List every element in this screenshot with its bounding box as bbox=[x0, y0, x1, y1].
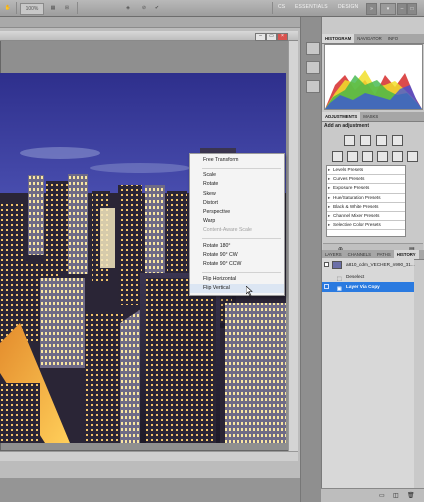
history-step-label: Deselect bbox=[346, 274, 365, 279]
snapshot-thumbnail bbox=[332, 261, 342, 269]
horizontal-scrollbar[interactable] bbox=[0, 451, 298, 461]
tab-histogram[interactable]: HISTOGRAM bbox=[322, 34, 355, 43]
menu-item-free-transform[interactable]: Free Transform bbox=[190, 156, 284, 165]
doc-close-icon[interactable]: × bbox=[277, 33, 288, 41]
options-bar: ✋ 100% ▦ ⊞ ◈ ⊘ ✔ CS ESSENTIALS DESIGN » … bbox=[0, 0, 424, 17]
arrange-icon[interactable]: ⊞ bbox=[61, 3, 73, 13]
history-list: a810_cdm_VECHER_n990_31... ⬚ Deselect ▣ … bbox=[322, 258, 415, 488]
preset-levels[interactable]: Levels Presets bbox=[327, 166, 405, 176]
menu-item-rotate-90-ccw[interactable]: Rotate 90° CCW bbox=[190, 260, 284, 269]
workspace-more-button[interactable]: » bbox=[366, 3, 377, 15]
workspace-cs[interactable]: CS bbox=[278, 4, 285, 10]
preset-selective-color[interactable]: Selective Color Presets bbox=[327, 221, 405, 231]
hue-saturation-icon[interactable] bbox=[347, 151, 358, 162]
tab-navigator[interactable]: NAVIGATOR bbox=[354, 34, 385, 43]
history-brush-source-icon[interactable] bbox=[324, 284, 329, 289]
maximize-icon[interactable]: □ bbox=[407, 3, 417, 15]
menu-item-content-aware-scale: Content-Aware Scale bbox=[203, 227, 252, 234]
exposure-icon[interactable] bbox=[392, 135, 403, 146]
hand-tool-icon[interactable]: ✋ bbox=[2, 3, 14, 13]
workspace-essentials[interactable]: ESSENTIALS bbox=[295, 4, 328, 10]
history-footer: ▭ ◫ 🗑 bbox=[321, 488, 424, 502]
menu-item-warp[interactable]: Warp bbox=[190, 217, 284, 226]
add-adjustment-label: Add an adjustment bbox=[324, 123, 370, 129]
menu-item-rotate-90-cw[interactable]: Rotate 90° CW bbox=[190, 251, 284, 260]
panel-icon-histogram[interactable] bbox=[306, 42, 320, 55]
zoom-level-field[interactable]: 100% bbox=[20, 3, 44, 15]
preset-exposure[interactable]: Exposure Presets bbox=[327, 184, 405, 194]
trash-icon[interactable]: 🗑 bbox=[407, 492, 415, 499]
tab-adjustments[interactable]: ADJUSTMENTS bbox=[322, 112, 361, 121]
histogram-tab-bar: HISTOGRAM NAVIGATOR INFO bbox=[322, 34, 424, 44]
workspace-switcher[interactable]: ▾ bbox=[380, 3, 396, 15]
workspace-background bbox=[0, 478, 300, 502]
layer-via-copy-icon: ▣ bbox=[337, 286, 342, 292]
menu-item-rotate-180[interactable]: Rotate 180° bbox=[190, 242, 284, 251]
document-tab-bar bbox=[0, 17, 300, 28]
view-extras-icon[interactable]: ▦ bbox=[47, 3, 59, 13]
history-snapshot[interactable]: a810_cdm_VECHER_n990_31... bbox=[322, 260, 415, 270]
snapshot-label: a810_cdm_VECHER_n990_31... bbox=[346, 262, 415, 267]
new-snapshot-icon[interactable]: ◫ bbox=[393, 492, 399, 499]
curves-icon[interactable] bbox=[376, 135, 387, 146]
brightness-contrast-icon[interactable] bbox=[344, 135, 355, 146]
black-white-icon[interactable] bbox=[377, 151, 388, 162]
levels-icon[interactable] bbox=[360, 135, 371, 146]
adjustments-tab-bar: ADJUSTMENTS MASKS bbox=[322, 112, 424, 122]
new-document-from-state-icon[interactable]: ▭ bbox=[379, 492, 385, 499]
menu-separator bbox=[202, 238, 281, 239]
menu-item-skew[interactable]: Skew bbox=[190, 190, 284, 199]
menu-item-flip-horizontal[interactable]: Flip Horizontal bbox=[190, 275, 284, 284]
channel-mixer-icon[interactable] bbox=[407, 151, 418, 162]
histogram-graph bbox=[324, 44, 423, 110]
preset-black-white[interactable]: Black & White Presets bbox=[327, 203, 405, 212]
workspace-design[interactable]: DESIGN bbox=[338, 4, 358, 10]
adjustment-presets-list: Levels Presets Curves Presets Exposure P… bbox=[326, 165, 406, 237]
vibrance-icon[interactable] bbox=[332, 151, 343, 162]
transform-context-menu: Free Transform Scale Rotate Skew Distort… bbox=[189, 153, 285, 296]
color-balance-icon[interactable] bbox=[362, 151, 373, 162]
doc-restore-icon[interactable]: ▭ bbox=[266, 33, 277, 41]
mouse-cursor-icon bbox=[245, 285, 254, 297]
panel-dock-strip bbox=[300, 17, 321, 502]
minimize-icon[interactable]: – bbox=[397, 3, 407, 15]
menu-item-rotate[interactable]: Rotate bbox=[190, 180, 284, 189]
preset-curves[interactable]: Curves Presets bbox=[327, 175, 405, 185]
history-step[interactable]: ⬚ Deselect bbox=[322, 272, 414, 282]
preset-hue-saturation[interactable]: Hue/Saturation Presets bbox=[327, 194, 405, 203]
photo-filter-icon[interactable] bbox=[392, 151, 403, 162]
document-titlebar: – ▭ × bbox=[0, 31, 298, 41]
menu-separator bbox=[202, 167, 281, 169]
commit-transform-grid-icon[interactable]: ◈ bbox=[123, 3, 133, 13]
menu-item-scale[interactable]: Scale bbox=[190, 171, 284, 180]
history-step-active[interactable]: ▣ Layer Via Copy bbox=[322, 282, 414, 292]
commit-transform-icon[interactable]: ✔ bbox=[152, 3, 162, 13]
menu-item-distort[interactable]: Distort bbox=[190, 199, 284, 208]
menu-separator bbox=[202, 271, 281, 273]
panel-icon-navigator[interactable] bbox=[306, 61, 320, 74]
tab-info[interactable]: INFO bbox=[385, 34, 401, 43]
vertical-scrollbar[interactable] bbox=[288, 41, 298, 451]
zoom-level: 100% bbox=[25, 6, 39, 12]
panel-icon-info[interactable] bbox=[306, 80, 320, 93]
tab-masks[interactable]: MASKS bbox=[360, 112, 381, 121]
cancel-transform-icon[interactable]: ⊘ bbox=[139, 3, 149, 13]
doc-minimize-icon[interactable]: – bbox=[255, 33, 266, 41]
menu-item-perspective[interactable]: Perspective bbox=[190, 208, 284, 217]
preset-channel-mixer[interactable]: Channel Mixer Presets bbox=[327, 212, 405, 222]
history-step-label: Layer Via Copy bbox=[346, 284, 380, 289]
snapshot-source-icon[interactable] bbox=[324, 262, 329, 267]
menu-item-flip-vertical[interactable]: Flip Vertical bbox=[190, 284, 284, 294]
